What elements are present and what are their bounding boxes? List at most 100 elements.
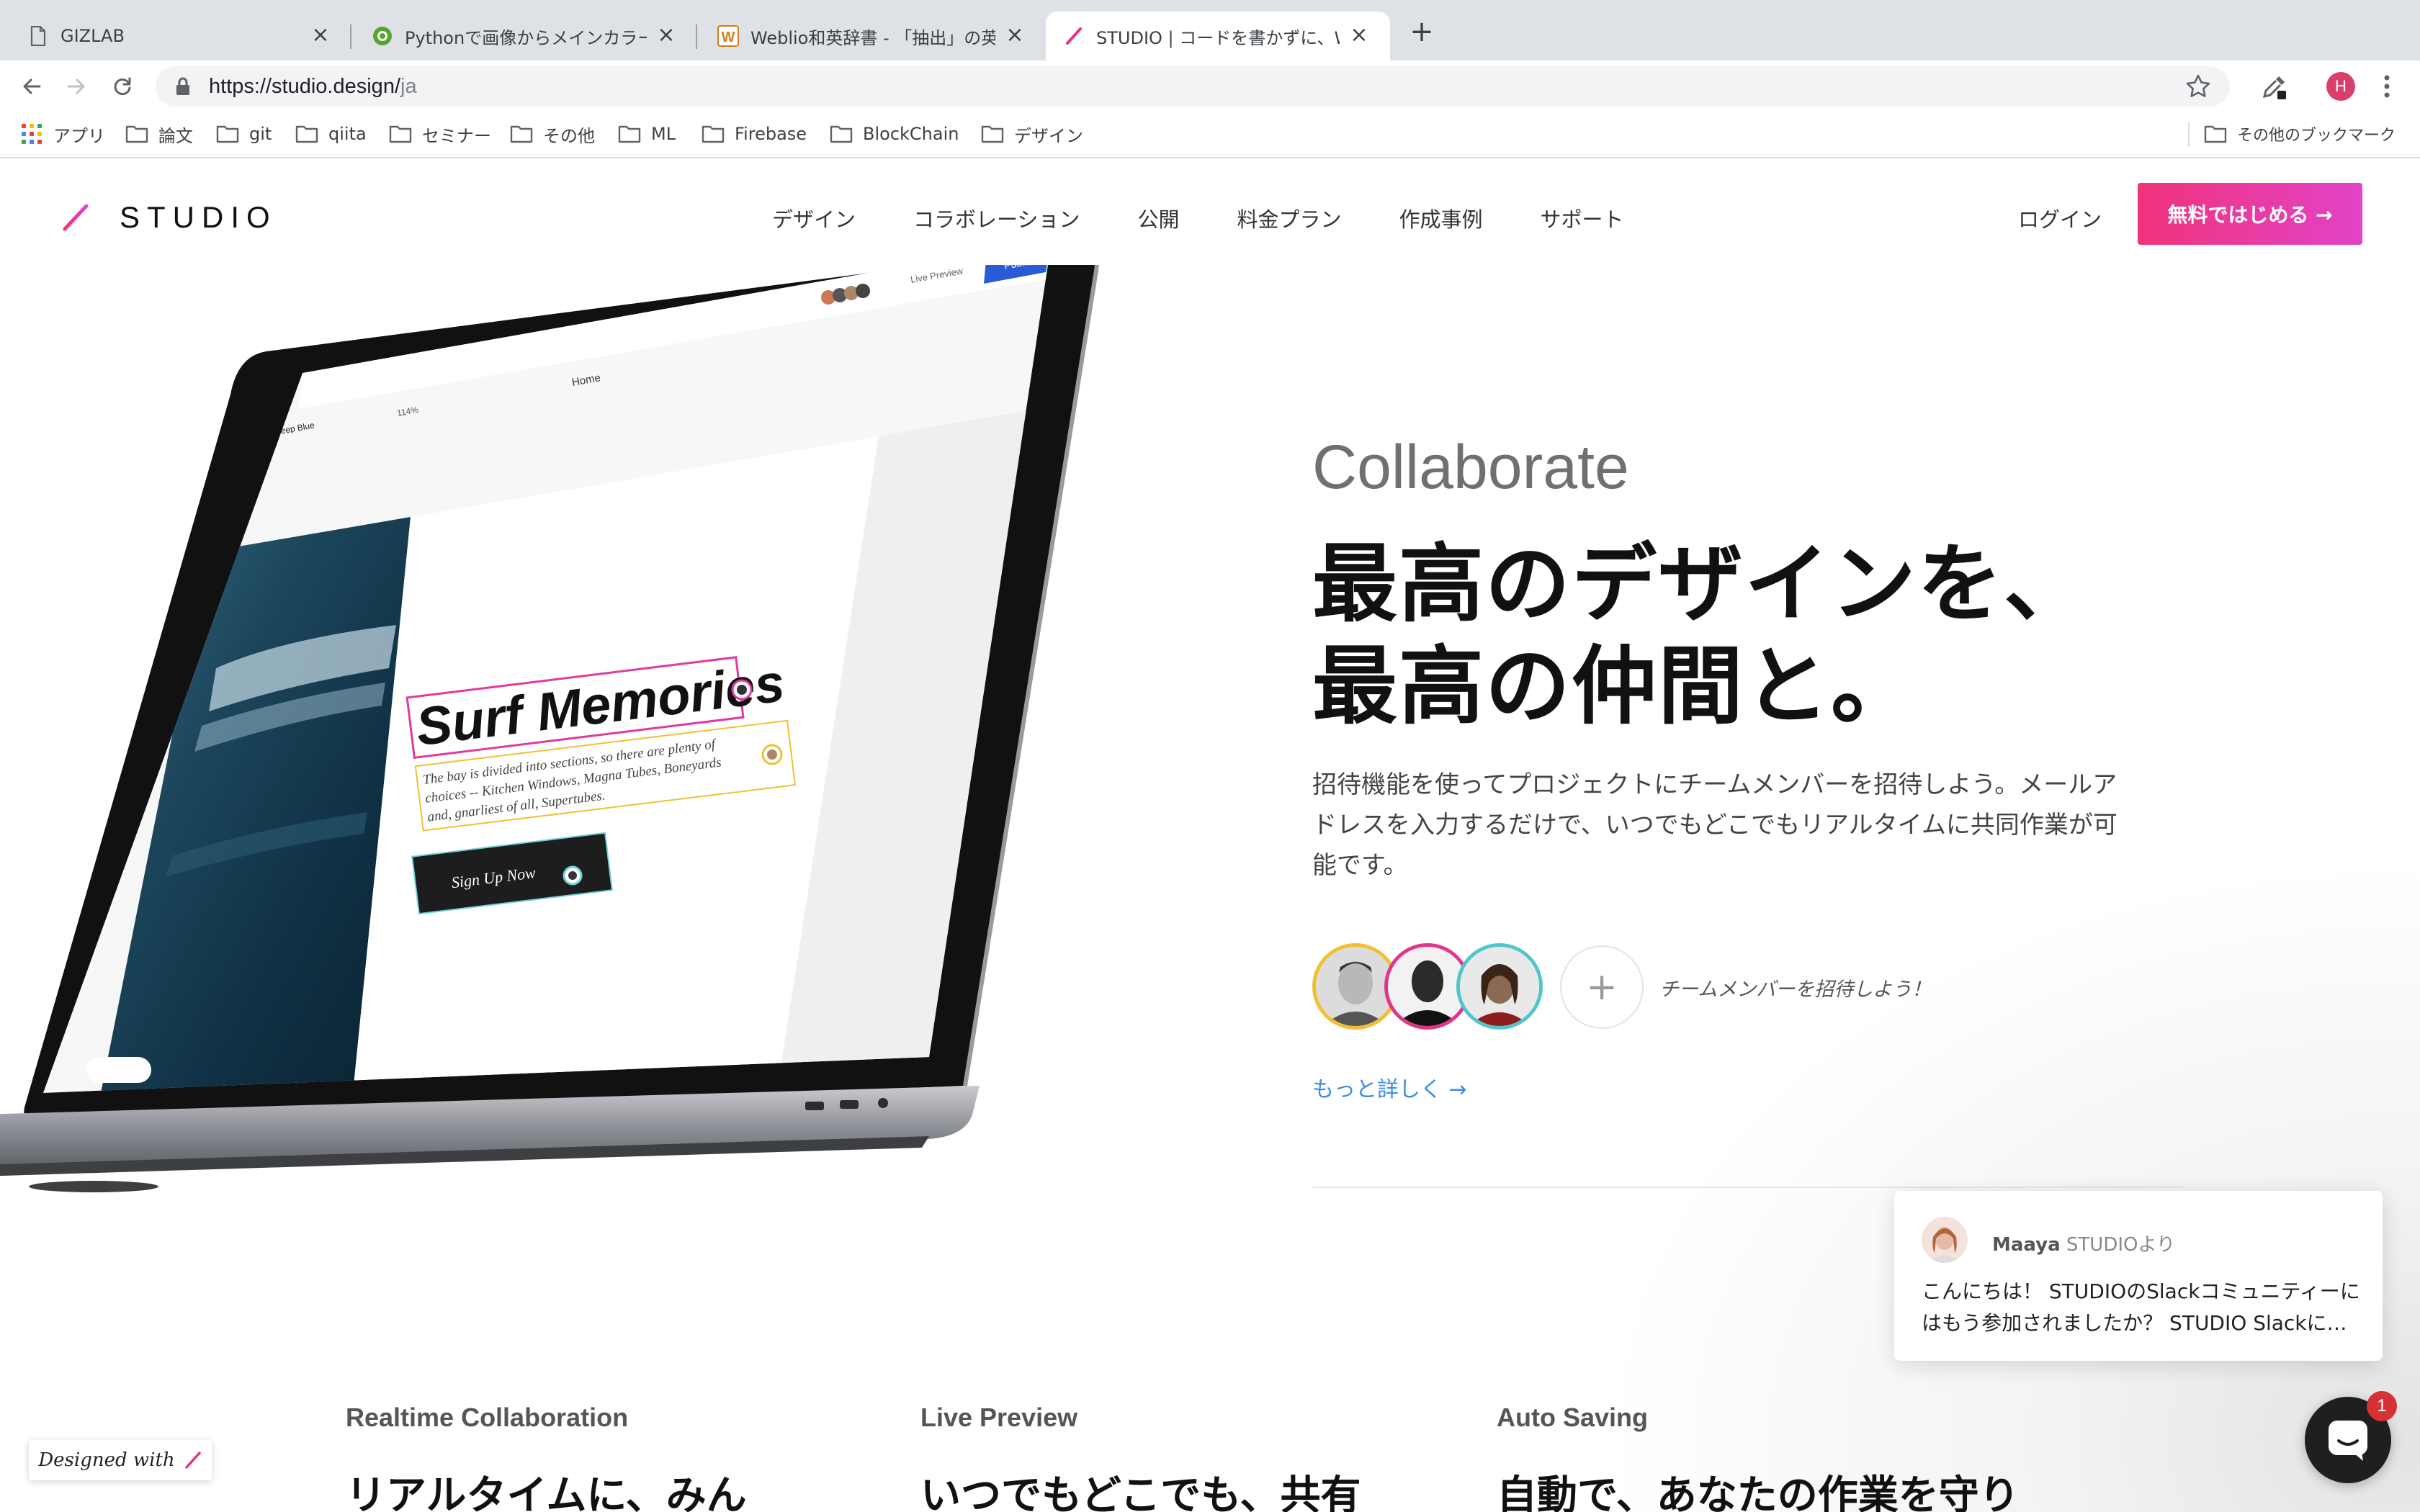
bookmark-label: git xyxy=(249,124,272,144)
bookmark-other-bookmarks[interactable]: その他のブックマーク xyxy=(2204,118,2396,150)
reload-icon xyxy=(114,77,131,95)
headline-line-1: 最高のデザインを、 xyxy=(1312,534,2091,634)
feature-auto-saving: Auto Saving 自動で、あなたの作業を守り xyxy=(1497,1403,2020,1512)
green-circle-favicon-icon xyxy=(372,25,393,47)
studio-slash-icon xyxy=(184,1452,201,1469)
folder-icon xyxy=(830,125,853,143)
folder-icon xyxy=(295,125,318,143)
folder-icon xyxy=(2204,125,2227,143)
avatar xyxy=(1922,1217,1968,1263)
folder-icon xyxy=(389,125,412,143)
browser-toolbar: https://studio.design/ja H xyxy=(0,60,2420,111)
eyedropper-extension-icon xyxy=(2262,76,2286,99)
browser-tab-bar: GIZLAB × Pythonで画像からメインカラーを × W Weblio和英… xyxy=(0,0,2420,60)
back-button[interactable] xyxy=(16,71,48,102)
logo-wordmark: STUDIO xyxy=(120,200,277,234)
feature-heading: いつでもどこでも、共有 xyxy=(920,1472,1361,1512)
designed-with-badge[interactable]: Designed with xyxy=(29,1440,212,1480)
extension-button[interactable] xyxy=(2257,69,2292,104)
team-avatars: + チームメンバーを招待しよう！ xyxy=(1312,943,2033,1032)
tab-title: Weblio和英辞書 - 「抽出」の英語 xyxy=(750,27,995,48)
folder-icon xyxy=(981,125,1004,143)
tab-close-icon[interactable]: × xyxy=(1004,24,1026,47)
page-viewport: STUDIO デザイン コラボレーション 公開 料金プラン 作成事例 サポート … xyxy=(0,158,2420,1512)
new-tab-button[interactable]: + xyxy=(1406,17,1438,49)
nav-support[interactable]: サポート xyxy=(1540,203,1623,233)
bookmark-folder-seminar[interactable]: セミナー xyxy=(389,118,491,150)
feature-live-preview: Live Preview いつでもどこでも、共有 xyxy=(920,1403,1439,1512)
team-member-photo-3 xyxy=(1460,947,1539,1026)
feature-realtime-collaboration: Realtime Collaboration リアルタイムに、みん xyxy=(346,1403,864,1512)
apps-grid-icon xyxy=(22,124,42,144)
bookmark-label: Firebase xyxy=(735,124,807,144)
bookmark-label: その他 xyxy=(543,125,595,146)
headline-line-2: 最高の仲間と。 xyxy=(1312,636,1918,736)
tab-studio[interactable]: STUDIO | コードを書かずに、We × xyxy=(1046,12,1390,60)
tab-python-color[interactable]: Pythonで画像からメインカラーを × xyxy=(351,12,697,60)
chat-bubble-icon xyxy=(2329,1421,2367,1461)
bookmark-label: ML xyxy=(651,124,676,144)
profile-button[interactable]: H xyxy=(2323,69,2358,104)
tab-title: GIZLAB xyxy=(60,26,125,46)
bookmark-folder-papers[interactable]: 論文 xyxy=(125,118,193,150)
bookmarks-bar: アプリ 論文 git qiita セミナー その他 ML Firebase Bl… xyxy=(0,111,2420,158)
laptop-illustration: Publish Live Preview Deep Blue 114% Home… xyxy=(0,265,1099,1192)
tab-close-icon[interactable]: × xyxy=(1348,24,1370,47)
feature-heading: リアルタイムに、みん xyxy=(346,1472,747,1512)
bookmark-label: qiita xyxy=(328,124,367,144)
start-free-button[interactable]: 無料ではじめる → xyxy=(2138,183,2362,245)
hero-headline: 最高のデザインを、 最高の仲間と。 xyxy=(1312,533,2090,737)
bookmark-folder-qiita[interactable]: qiita xyxy=(295,118,367,150)
learn-more-link[interactable]: もっと詳しく → xyxy=(1312,1071,1467,1103)
avatar: H xyxy=(2326,72,2355,101)
forward-button[interactable] xyxy=(60,71,92,102)
browser-menu-button[interactable] xyxy=(2370,69,2404,104)
nav-showcase[interactable]: 作成事例 xyxy=(1399,203,1482,233)
document-icon xyxy=(27,25,49,47)
url-path: ja xyxy=(400,74,417,98)
bookmark-folder-git[interactable]: git xyxy=(216,118,272,150)
chat-message-popup[interactable]: Maaya STUDIOより こんにちは！ STUDIOのSlackコミュニティ… xyxy=(1894,1191,2383,1361)
folder-icon xyxy=(216,125,239,143)
tab-gizlab[interactable]: GIZLAB × xyxy=(0,12,351,60)
folder-icon xyxy=(125,125,148,143)
studio-slash-icon xyxy=(1063,25,1085,47)
feature-title: Realtime Collaboration xyxy=(346,1403,629,1432)
bookmark-label: その他のブックマーク xyxy=(2237,127,2396,145)
bookmark-folder-blockchain[interactable]: BlockChain xyxy=(830,118,959,150)
tab-title: Pythonで画像からメインカラーを xyxy=(405,27,647,48)
bookmark-label: BlockChain xyxy=(863,124,959,144)
bookmark-label: デザイン xyxy=(1014,125,1083,146)
bookmark-label: 論文 xyxy=(158,125,193,146)
reload-button[interactable] xyxy=(107,71,138,102)
url-host: https://studio.design/ xyxy=(209,74,400,98)
tab-weblio[interactable]: W Weblio和英辞書 - 「抽出」の英語 × xyxy=(697,12,1046,60)
tab-close-icon[interactable]: × xyxy=(310,24,331,47)
svg-text:W: W xyxy=(722,30,735,45)
bookmark-folder-firebase[interactable]: Firebase xyxy=(702,118,807,150)
unread-count-badge: 1 xyxy=(2367,1391,2397,1421)
address-bar[interactable]: https://studio.design/ja xyxy=(156,66,2230,107)
url-text: https://studio.design/ja xyxy=(209,75,417,99)
team-member-photo-1 xyxy=(1316,947,1395,1026)
chat-sender-org: STUDIOより xyxy=(2066,1234,2175,1256)
nav-publish[interactable]: 公開 xyxy=(1137,203,1179,233)
invite-member-button[interactable]: + xyxy=(1560,945,1644,1029)
nav-design[interactable]: デザイン xyxy=(772,203,856,233)
invite-member-label: チームメンバーを招待しよう！ xyxy=(1659,978,1932,1001)
more-vertical-icon xyxy=(2384,75,2390,98)
bookmark-apps[interactable]: アプリ xyxy=(22,118,105,150)
studio-slash-icon xyxy=(63,204,89,231)
tab-title: STUDIO | コードを書かずに、We xyxy=(1096,27,1340,48)
bookmark-folder-design[interactable]: デザイン xyxy=(981,118,1083,150)
bookmark-folder-other[interactable]: その他 xyxy=(510,118,595,150)
feature-title: Live Preview xyxy=(920,1403,1078,1432)
bookmark-star-icon[interactable] xyxy=(2185,73,2211,99)
login-link[interactable]: ログイン xyxy=(2018,203,2102,233)
avatar xyxy=(1456,943,1543,1030)
site-logo[interactable]: STUDIO xyxy=(62,200,277,235)
nav-collaboration[interactable]: コラボレーション xyxy=(913,203,1080,233)
bookmark-folder-ml[interactable]: ML xyxy=(618,118,676,150)
tab-close-icon[interactable]: × xyxy=(655,24,677,47)
nav-pricing[interactable]: 料金プラン xyxy=(1237,203,1341,233)
